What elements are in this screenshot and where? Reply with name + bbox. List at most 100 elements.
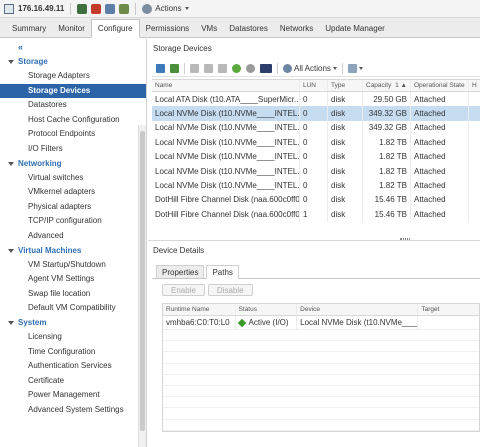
table-row[interactable]: vmhba6:C0:T0:L0 Active (I/O) Local NVMe …	[163, 316, 479, 330]
column-capacity[interactable]: Capacity 1 ▲	[363, 80, 411, 91]
column-runtime-name[interactable]: Runtime Name	[163, 304, 236, 315]
sidebar-item-certificate[interactable]: Certificate	[0, 374, 146, 389]
column-lun[interactable]: LUN	[300, 80, 328, 91]
status-text: Active (I/O)	[248, 318, 289, 327]
table-row[interactable]: DotHill Fibre Channel Disk (naa.600c0ff0…	[152, 207, 480, 222]
sidebar-item-protocol-endpoints[interactable]: Protocol Endpoints	[0, 127, 146, 142]
capacity-cell: 349.32 GB	[363, 120, 411, 136]
host-icon	[4, 3, 14, 14]
section-networking[interactable]: Networking	[0, 157, 146, 171]
tab-vms[interactable]: VMs	[195, 21, 223, 37]
table-row[interactable]: Local NVMe Disk (t10.NVMe____INTEL... 0 di…	[152, 120, 480, 136]
column-device[interactable]: Device	[297, 304, 419, 315]
sidebar-item-advanced[interactable]: Advanced	[0, 229, 146, 244]
sidebar-item-agent-vm-settings[interactable]: Agent VM Settings	[0, 272, 146, 287]
column-status[interactable]: Status	[236, 304, 298, 315]
collapse-sidebar-button[interactable]: «	[0, 39, 146, 55]
section-label: Networking	[18, 158, 62, 168]
tab-configure[interactable]: Configure	[90, 19, 140, 38]
device-name-cell: DotHill Fibre Channel Disk (naa.600c0ff0…	[152, 207, 300, 222]
column-name[interactable]: Name	[152, 80, 300, 91]
device-name-cell: Local NVMe Disk (t10.NVMe____INTEL...	[152, 135, 300, 150]
table-row[interactable]: Local NVMe Disk (t10.NVMe____INTEL... 0 di…	[152, 106, 480, 121]
table-header: Runtime Name Status Device Target	[163, 304, 479, 316]
tab-monitor[interactable]: Monitor	[52, 21, 91, 37]
tab-datastores[interactable]: Datastores	[223, 21, 274, 37]
column-operational-state[interactable]: Operational State	[411, 80, 469, 91]
ssd-icon[interactable]	[260, 64, 272, 73]
sidebar-item-swap-file-location[interactable]: Swap file location	[0, 287, 146, 302]
hardware-cell	[469, 207, 480, 221]
hardware-cell	[469, 150, 480, 164]
tab-networks[interactable]: Networks	[274, 21, 319, 37]
sidebar-item-time-configuration[interactable]: Time Configuration	[0, 345, 146, 360]
sidebar-item-host-cache[interactable]: Host Cache Configuration	[0, 113, 146, 128]
empty-row	[163, 408, 479, 420]
sidebar-item-datastores[interactable]: Datastores	[0, 98, 146, 113]
disable-button[interactable]: Disable	[207, 284, 253, 296]
maintenance-icon[interactable]	[77, 3, 88, 14]
tab-update-manager[interactable]: Update Manager	[319, 21, 391, 37]
table-row[interactable]: Local NVMe Disk (t10.NVMe____INTEL... 0 di…	[152, 135, 480, 150]
sidebar-item-virtual-switches[interactable]: Virtual switches	[0, 171, 146, 186]
sidebar-item-storage-devices[interactable]: Storage Devices	[0, 83, 146, 99]
column-type[interactable]: Type	[328, 80, 363, 91]
actions-menu[interactable]: Actions	[142, 3, 189, 14]
table-row[interactable]: DotHill Fibre Channel Disk (naa.600c0ff0…	[152, 192, 480, 208]
sidebar-item-advanced-system-settings[interactable]: Advanced System Settings	[0, 403, 146, 418]
sidebar-item-vmkernel-adapters[interactable]: VMkernel adapters	[0, 185, 146, 200]
chevron-down-icon	[8, 248, 14, 253]
rename-icon[interactable]	[204, 64, 213, 73]
sidebar-item-vm-startup[interactable]: VM Startup/Shutdown	[0, 258, 146, 273]
type-cell: disk	[328, 149, 363, 164]
state-cell: Attached	[411, 207, 469, 222]
capacity-cell: 29.50 GB	[363, 92, 411, 107]
export-menu[interactable]	[347, 64, 363, 73]
tab-summary[interactable]: Summary	[6, 21, 52, 37]
column-capacity-label: Capacity	[366, 82, 392, 89]
sidebar-item-storage-adapters[interactable]: Storage Adapters	[0, 69, 146, 84]
capacity-cell: 1.82 TB	[363, 178, 411, 193]
lun-cell: 1	[300, 207, 328, 222]
scrollbar-thumb[interactable]	[140, 131, 145, 431]
erase-partitions-icon[interactable]	[218, 64, 227, 73]
table-row[interactable]: Local NVMe Disk (t10.NVMe____INTEL... 0 di…	[152, 178, 480, 193]
turn-on-led-icon[interactable]	[232, 64, 241, 73]
hardware-cell	[469, 106, 480, 120]
table-row[interactable]: Local ATA Disk (t10.ATA____SuperMicr... 0…	[152, 92, 480, 107]
sidebar-item-licensing[interactable]: Licensing	[0, 330, 146, 345]
device-name-cell: Local NVMe Disk (t10.NVMe____INTEL...	[152, 106, 300, 121]
paths-table: Runtime Name Status Device Target vmhba6…	[162, 303, 480, 432]
devices-toolbar: All Actions	[152, 61, 480, 77]
sidebar-scrollbar[interactable]	[138, 125, 146, 447]
details-tabs: Properties Paths	[152, 265, 480, 279]
tab-paths[interactable]: Paths	[206, 265, 239, 279]
sort-ascending-icon: 1 ▲	[395, 82, 407, 89]
enable-button[interactable]: Enable	[162, 284, 205, 296]
power-icon[interactable]	[91, 3, 102, 14]
table-row[interactable]: Local NVMe Disk (t10.NVMe____INTEL... 0 di…	[152, 163, 480, 179]
section-storage[interactable]: Storage	[0, 55, 146, 69]
column-target[interactable]: Target	[418, 304, 479, 315]
turn-off-led-icon[interactable]	[246, 64, 255, 73]
hardware-cell	[469, 164, 480, 178]
section-system[interactable]: System	[0, 316, 146, 330]
sidebar-item-default-vm-compatibility[interactable]: Default VM Compatibility	[0, 301, 146, 316]
refresh-icon[interactable]	[156, 64, 165, 73]
table-row[interactable]: Local NVMe Disk (t10.NVMe____INTEL... 0 di…	[152, 149, 480, 164]
configure-sidebar: « Storage Storage Adapters Storage Devic…	[0, 39, 147, 447]
attach-icon[interactable]	[170, 64, 179, 73]
vm-icon[interactable]	[105, 3, 116, 14]
migrate-icon[interactable]	[119, 3, 130, 14]
tab-properties[interactable]: Properties	[156, 265, 205, 278]
detach-icon[interactable]	[190, 64, 199, 73]
column-hardware[interactable]: H	[469, 80, 480, 91]
sidebar-item-io-filters[interactable]: I/O Filters	[0, 142, 146, 157]
all-actions-menu[interactable]: All Actions	[283, 64, 337, 73]
sidebar-item-power-management[interactable]: Power Management	[0, 388, 146, 403]
sidebar-item-physical-adapters[interactable]: Physical adapters	[0, 200, 146, 215]
sidebar-item-authentication-services[interactable]: Authentication Services	[0, 359, 146, 374]
section-virtual-machines[interactable]: Virtual Machines	[0, 244, 146, 258]
sidebar-item-tcpip-configuration[interactable]: TCP/IP configuration	[0, 214, 146, 229]
tab-permissions[interactable]: Permissions	[140, 21, 196, 37]
